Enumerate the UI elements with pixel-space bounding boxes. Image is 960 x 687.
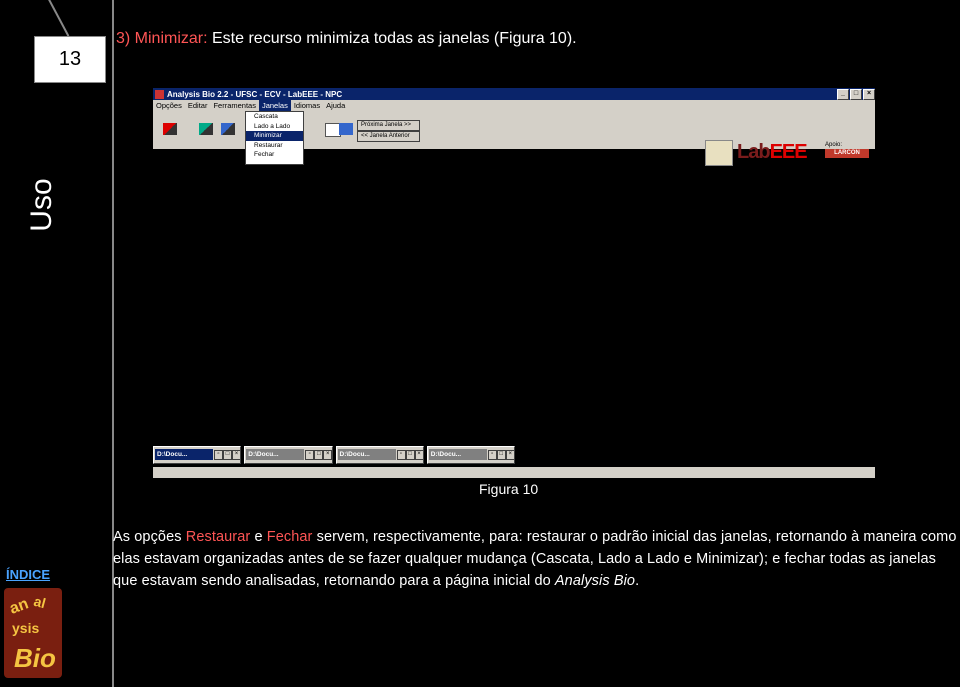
- figure-caption: Figura 10: [479, 481, 539, 497]
- report-icon[interactable]: [339, 123, 353, 135]
- page-number: 13: [34, 36, 106, 83]
- index-link[interactable]: ÍNDICE: [6, 567, 50, 582]
- larcon-logo: LARCON: [825, 149, 869, 158]
- menu-item-minimizar[interactable]: Minimizar: [246, 131, 303, 141]
- close-icon[interactable]: ×: [863, 89, 875, 100]
- previous-window-button[interactable]: << Janela Anterior: [357, 131, 420, 142]
- app-title-bar: Analysis Bio 2.2 - UFSC - ECV - LabEEE -…: [153, 88, 875, 100]
- menu-ajuda[interactable]: Ajuda: [323, 100, 348, 111]
- maximize-icon[interactable]: □: [223, 450, 232, 460]
- maximize-icon[interactable]: □: [314, 450, 324, 460]
- maximize-icon[interactable]: □: [496, 450, 506, 460]
- body-paragraph: As opções Restaurar e Fechar servem, res…: [113, 529, 957, 589]
- menu-opcoes[interactable]: Opções: [153, 100, 185, 111]
- minimize-icon[interactable]: _: [837, 89, 849, 100]
- minimized-window[interactable]: D:\Docu... ▫ □ ×: [426, 446, 515, 464]
- ufsc-logo: [705, 140, 733, 166]
- chart-red-icon[interactable]: [163, 123, 177, 135]
- apoio-label: Apoio:: [825, 142, 843, 148]
- next-window-button[interactable]: Próxima Janela >>: [357, 120, 420, 131]
- menu-bar: Opções Editar Ferramentas Janelas Idioma…: [153, 100, 875, 111]
- analysis-bio-logo[interactable]: an al ysis Bio: [4, 588, 62, 678]
- menu-janelas[interactable]: Janelas: [258, 100, 291, 111]
- menu-ferramentas[interactable]: Ferramentas: [210, 100, 259, 111]
- status-bar: [153, 467, 875, 478]
- app-name: Analysis Bio: [554, 573, 636, 589]
- minimized-window[interactable]: D:\Docu... ▫ □ ×: [153, 446, 242, 464]
- fechar-term: Fechar: [266, 529, 313, 545]
- minimized-window[interactable]: D:\Docu... ▫ □ ×: [244, 446, 333, 464]
- menu-item-fechar[interactable]: Fechar: [246, 150, 303, 160]
- restore-icon[interactable]: ▫: [487, 450, 497, 460]
- restaurar-term: Restaurar: [185, 529, 251, 545]
- labeee-logo: LabEEE: [737, 141, 808, 163]
- heading-text: Este recurso minimiza todas as janelas (…: [207, 30, 577, 47]
- maximize-icon[interactable]: □: [850, 89, 862, 100]
- minimized-windows: D:\Docu... ▫ □ × D:\Docu... ▫ □ × D:\Doc…: [153, 446, 515, 464]
- section-label: Uso: [25, 178, 58, 232]
- app-title: Analysis Bio 2.2 - UFSC - ECV - LabEEE -…: [167, 89, 343, 99]
- maximize-icon[interactable]: □: [405, 450, 415, 460]
- close-icon[interactable]: ×: [323, 450, 333, 460]
- minimized-window[interactable]: D:\Docu... ▫ □ ×: [335, 446, 424, 464]
- restore-icon[interactable]: ▫: [214, 450, 223, 460]
- app-screenshot: Analysis Bio 2.2 - UFSC - ECV - LabEEE -…: [153, 88, 875, 478]
- menu-idiomas[interactable]: Idiomas: [291, 100, 323, 111]
- chart-blue-icon[interactable]: [221, 123, 235, 135]
- slide-heading: 3) Minimizar: Este recurso minimiza toda…: [116, 30, 577, 48]
- close-icon[interactable]: ×: [414, 450, 424, 460]
- close-icon[interactable]: ×: [232, 450, 241, 460]
- heading-prefix: 3) Minimizar:: [116, 30, 208, 47]
- menu-item-lado-a-lado[interactable]: Lado a Lado: [246, 122, 303, 132]
- close-icon[interactable]: ×: [505, 450, 515, 460]
- menu-item-restaurar[interactable]: Restaurar: [246, 141, 303, 151]
- menu-item-cascata[interactable]: Cascata: [246, 112, 303, 122]
- corner-line: [44, 0, 70, 37]
- restore-icon[interactable]: ▫: [396, 450, 406, 460]
- restore-icon[interactable]: ▫: [305, 450, 315, 460]
- menu-editar[interactable]: Editar: [185, 100, 211, 111]
- app-icon: [155, 89, 164, 99]
- janelas-dropdown: Cascata Lado a Lado Minimizar Restaurar …: [245, 111, 304, 165]
- chart-green-icon[interactable]: [199, 123, 213, 135]
